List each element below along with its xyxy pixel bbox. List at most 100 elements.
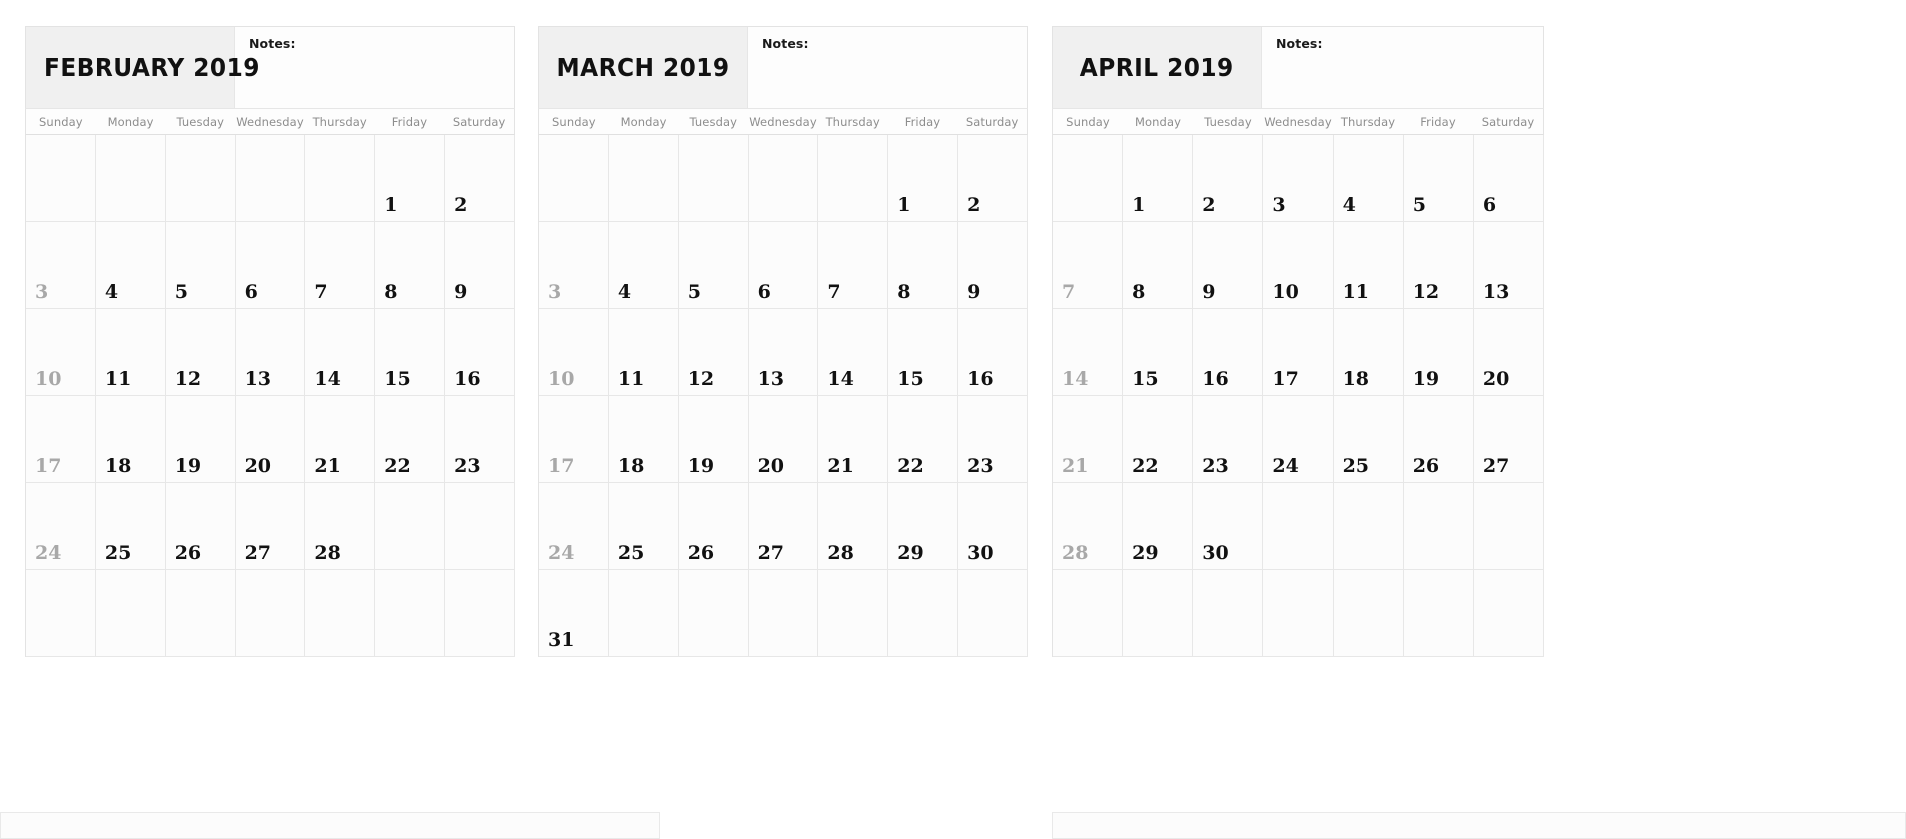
day-cell[interactable]: 22: [375, 396, 446, 483]
day-number: 11: [104, 368, 132, 390]
day-cell[interactable]: 23: [445, 396, 515, 483]
day-cell[interactable]: 4: [95, 222, 166, 309]
day-cell[interactable]: 1: [375, 135, 446, 222]
day-cell[interactable]: 18: [1333, 309, 1404, 396]
day-cell[interactable]: 13: [748, 309, 819, 396]
notes-panel-april[interactable]: Notes:: [1261, 27, 1543, 108]
day-cell[interactable]: 30: [958, 483, 1028, 570]
day-cell[interactable]: 5: [1403, 135, 1474, 222]
day-cell[interactable]: 2: [1193, 135, 1264, 222]
day-cell[interactable]: 20: [235, 396, 306, 483]
day-cell[interactable]: 14: [818, 309, 889, 396]
notes-panel-february[interactable]: Notes:: [234, 27, 514, 108]
day-cell[interactable]: 27: [748, 483, 819, 570]
day-cell[interactable]: 29: [1123, 483, 1194, 570]
day-cell[interactable]: 28: [305, 483, 376, 570]
day-cell[interactable]: 26: [165, 483, 236, 570]
day-cell[interactable]: 19: [165, 396, 236, 483]
day-cell[interactable]: 12: [165, 309, 236, 396]
day-cell[interactable]: 11: [608, 309, 679, 396]
day-cell[interactable]: 15: [1123, 309, 1194, 396]
day-cell[interactable]: 10: [539, 309, 609, 396]
day-cell[interactable]: 28: [818, 483, 889, 570]
day-cell[interactable]: 19: [678, 396, 749, 483]
day-cell[interactable]: 8: [888, 222, 959, 309]
day-cell[interactable]: 28: [1053, 483, 1124, 570]
day-cell[interactable]: 30: [1193, 483, 1264, 570]
day-cell[interactable]: 5: [678, 222, 749, 309]
day-cell[interactable]: 17: [26, 396, 96, 483]
day-cell[interactable]: 25: [95, 483, 166, 570]
day-cell[interactable]: 4: [608, 222, 679, 309]
day-cell[interactable]: 24: [26, 483, 96, 570]
day-cell[interactable]: 18: [95, 396, 166, 483]
day-cell[interactable]: 8: [1123, 222, 1194, 309]
day-cell[interactable]: 13: [1473, 222, 1544, 309]
day-cell[interactable]: 14: [305, 309, 376, 396]
day-number: 24: [35, 542, 62, 564]
day-cell[interactable]: 9: [445, 222, 515, 309]
day-cell[interactable]: 1: [888, 135, 959, 222]
day-cell[interactable]: 20: [1473, 309, 1544, 396]
day-cell[interactable]: 26: [1403, 396, 1474, 483]
day-cell[interactable]: 16: [445, 309, 515, 396]
day-cell[interactable]: 7: [1053, 222, 1124, 309]
day-cell[interactable]: 9: [958, 222, 1028, 309]
day-cell[interactable]: 3: [26, 222, 96, 309]
day-cell[interactable]: 16: [1193, 309, 1264, 396]
day-cell[interactable]: 25: [608, 483, 679, 570]
day-cell[interactable]: 15: [375, 309, 446, 396]
day-cell[interactable]: 11: [1333, 222, 1404, 309]
day-cell[interactable]: 24: [1263, 396, 1334, 483]
day-cell-empty: [235, 570, 306, 657]
day-cell[interactable]: 1: [1123, 135, 1194, 222]
month-title-box-april: APRIL 2019: [1053, 27, 1261, 108]
month-title-march: MARCH 2019: [556, 53, 730, 82]
day-cell[interactable]: 9: [1193, 222, 1264, 309]
day-cell[interactable]: 15: [888, 309, 959, 396]
day-cell[interactable]: 21: [1053, 396, 1124, 483]
day-cell[interactable]: 10: [1263, 222, 1334, 309]
day-cell[interactable]: 27: [1473, 396, 1544, 483]
day-cell[interactable]: 3: [1263, 135, 1334, 222]
day-cell[interactable]: 5: [165, 222, 236, 309]
day-cell[interactable]: 20: [748, 396, 819, 483]
day-cell[interactable]: 27: [235, 483, 306, 570]
day-cell[interactable]: 23: [1193, 396, 1264, 483]
day-cell[interactable]: 12: [1403, 222, 1474, 309]
day-cell-empty: [375, 570, 446, 657]
day-cell[interactable]: 13: [235, 309, 306, 396]
day-cell[interactable]: 19: [1403, 309, 1474, 396]
day-cell[interactable]: 8: [375, 222, 446, 309]
day-cell[interactable]: 4: [1333, 135, 1404, 222]
day-cell[interactable]: 17: [539, 396, 609, 483]
day-cell[interactable]: 2: [445, 135, 515, 222]
day-cell[interactable]: 6: [748, 222, 819, 309]
day-cell[interactable]: 7: [818, 222, 889, 309]
day-cell[interactable]: 26: [678, 483, 749, 570]
day-number: 1: [1132, 194, 1146, 216]
day-cell[interactable]: 3: [539, 222, 609, 309]
day-cell[interactable]: 21: [818, 396, 889, 483]
day-cell[interactable]: 18: [608, 396, 679, 483]
day-cell[interactable]: 29: [888, 483, 959, 570]
day-cell[interactable]: 23: [958, 396, 1028, 483]
day-cell[interactable]: 10: [26, 309, 96, 396]
day-cell[interactable]: 25: [1333, 396, 1404, 483]
day-cell[interactable]: 11: [95, 309, 166, 396]
notes-panel-march[interactable]: Notes:: [747, 27, 1027, 108]
day-cell[interactable]: 24: [539, 483, 609, 570]
calendar-page: FEBRUARY 2019 Notes: Sunday Monday Tuesday…: [0, 0, 1906, 839]
day-cell[interactable]: 6: [235, 222, 306, 309]
day-cell[interactable]: 17: [1263, 309, 1334, 396]
day-cell[interactable]: 31: [539, 570, 609, 657]
day-cell[interactable]: 14: [1053, 309, 1124, 396]
day-cell[interactable]: 21: [305, 396, 376, 483]
day-cell[interactable]: 6: [1473, 135, 1544, 222]
day-cell[interactable]: 22: [888, 396, 959, 483]
day-cell[interactable]: 12: [678, 309, 749, 396]
day-cell[interactable]: 2: [958, 135, 1028, 222]
day-cell[interactable]: 16: [958, 309, 1028, 396]
day-cell[interactable]: 7: [305, 222, 376, 309]
day-cell[interactable]: 22: [1123, 396, 1194, 483]
